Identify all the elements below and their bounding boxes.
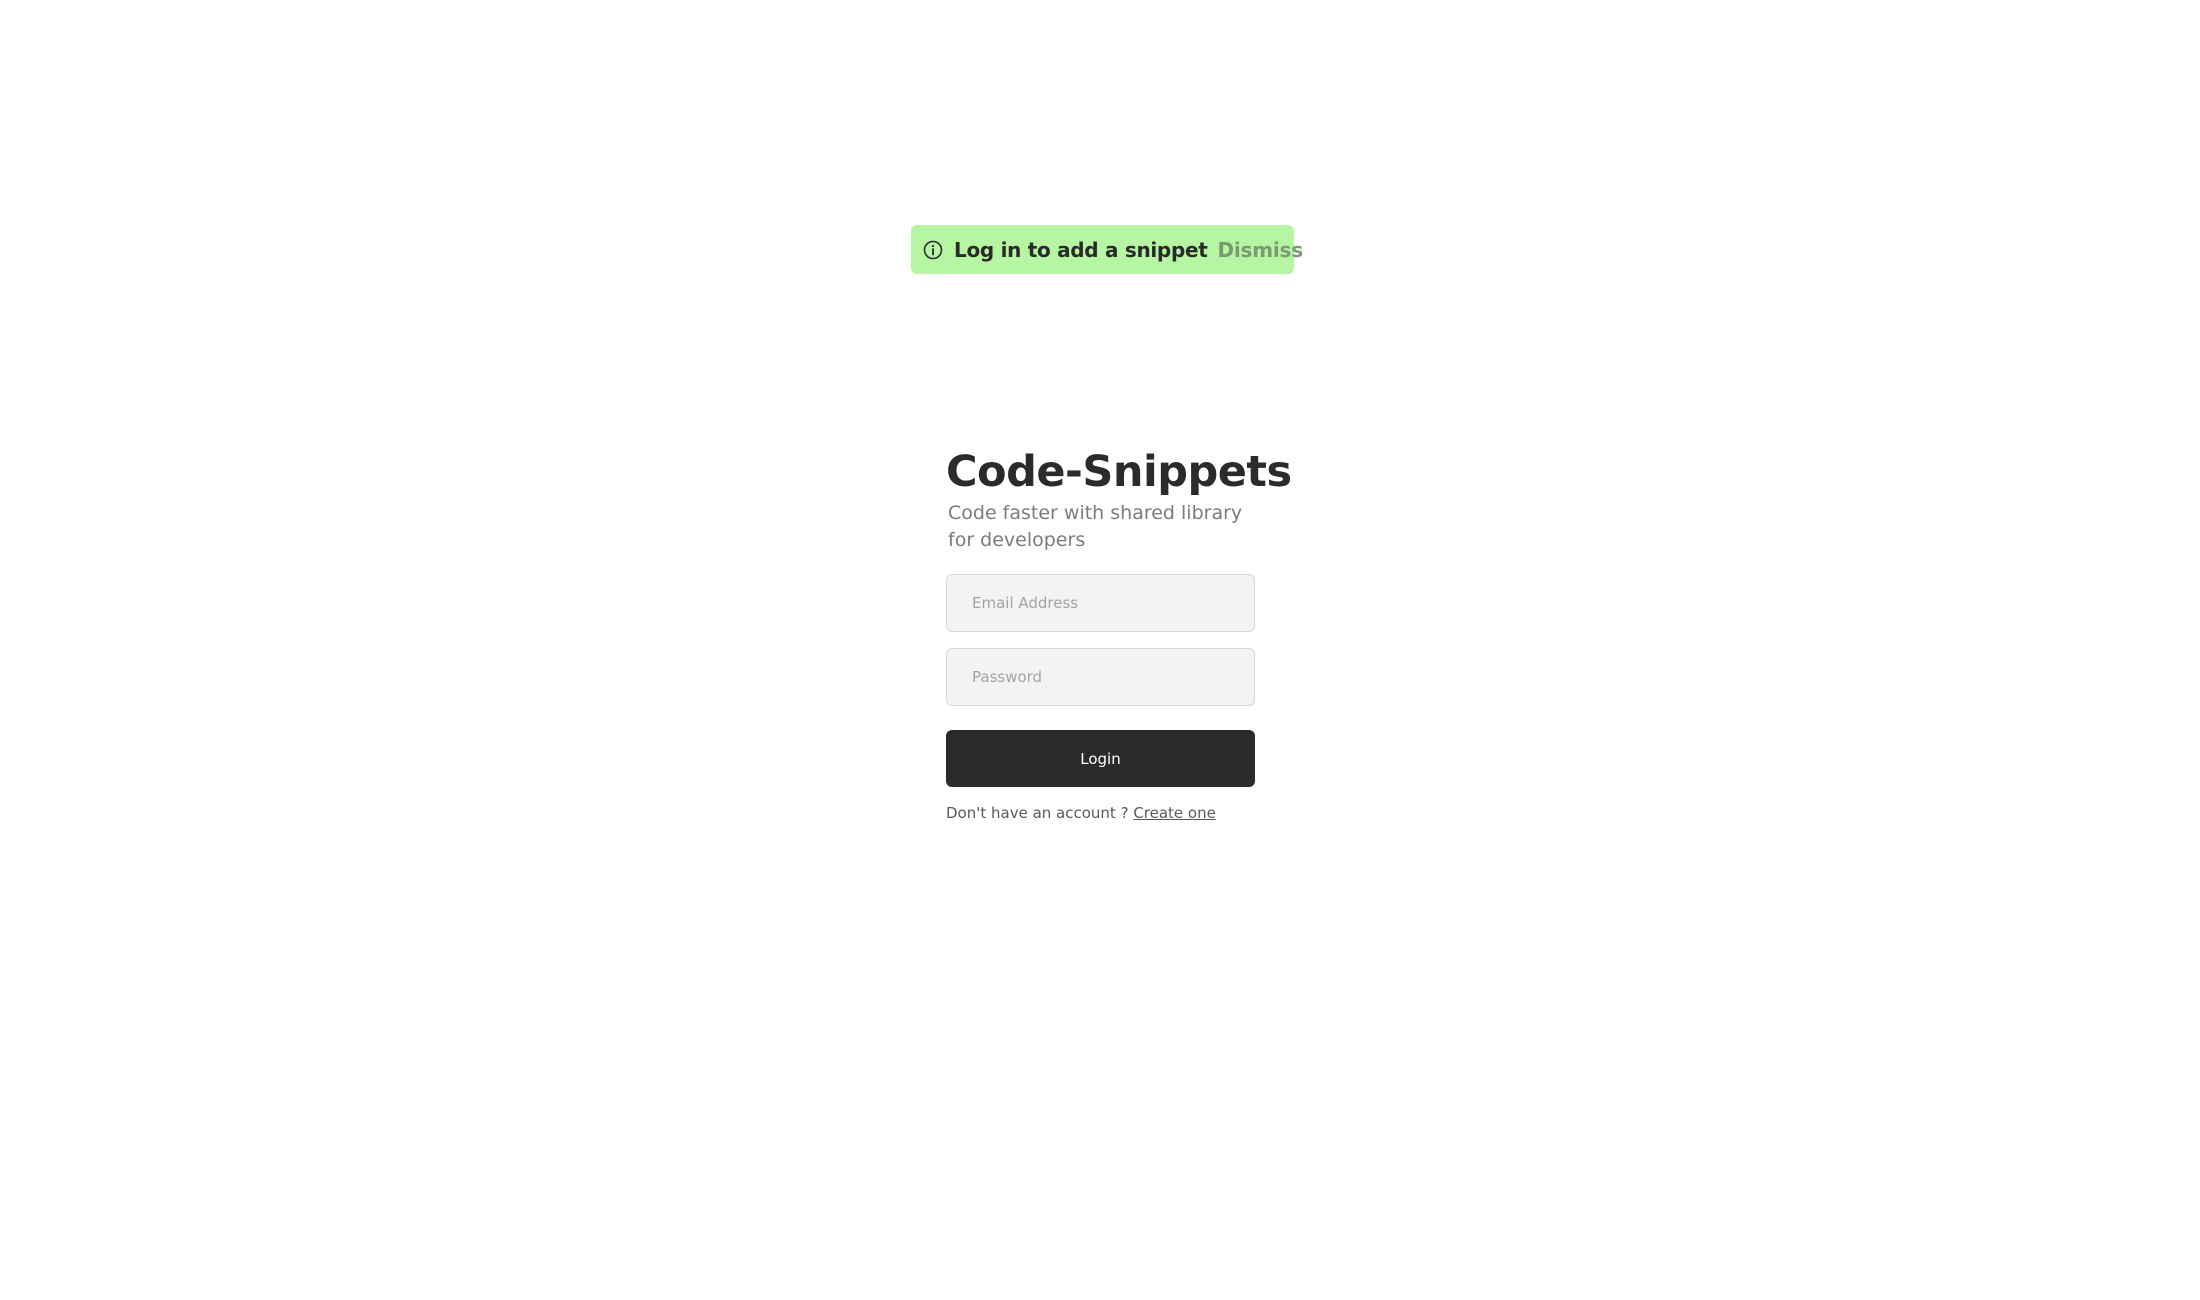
info-banner: Log in to add a snippet Dismiss (911, 225, 1303, 274)
email-input[interactable] (946, 574, 1255, 632)
signup-prompt: Don't have an account ? (946, 804, 1134, 822)
app-subtitle: Code faster with shared library for deve… (948, 502, 1243, 551)
login-button[interactable]: Login (946, 730, 1255, 787)
app-title: Code-Snippets (946, 447, 1292, 497)
login-page: Log in to add a snippet Dismiss Code-Sni… (0, 0, 2200, 1300)
banner-message: Log in to add a snippet (954, 237, 1208, 262)
info-icon (922, 239, 944, 261)
password-input[interactable] (946, 648, 1255, 706)
create-account-link[interactable]: Create one (1133, 804, 1216, 822)
login-form: Code-Snippets Code faster with shared li… (946, 446, 1292, 822)
dismiss-button[interactable]: Dismiss (1218, 238, 1304, 262)
signup-row: Don't have an account ? Create one (946, 804, 1266, 822)
